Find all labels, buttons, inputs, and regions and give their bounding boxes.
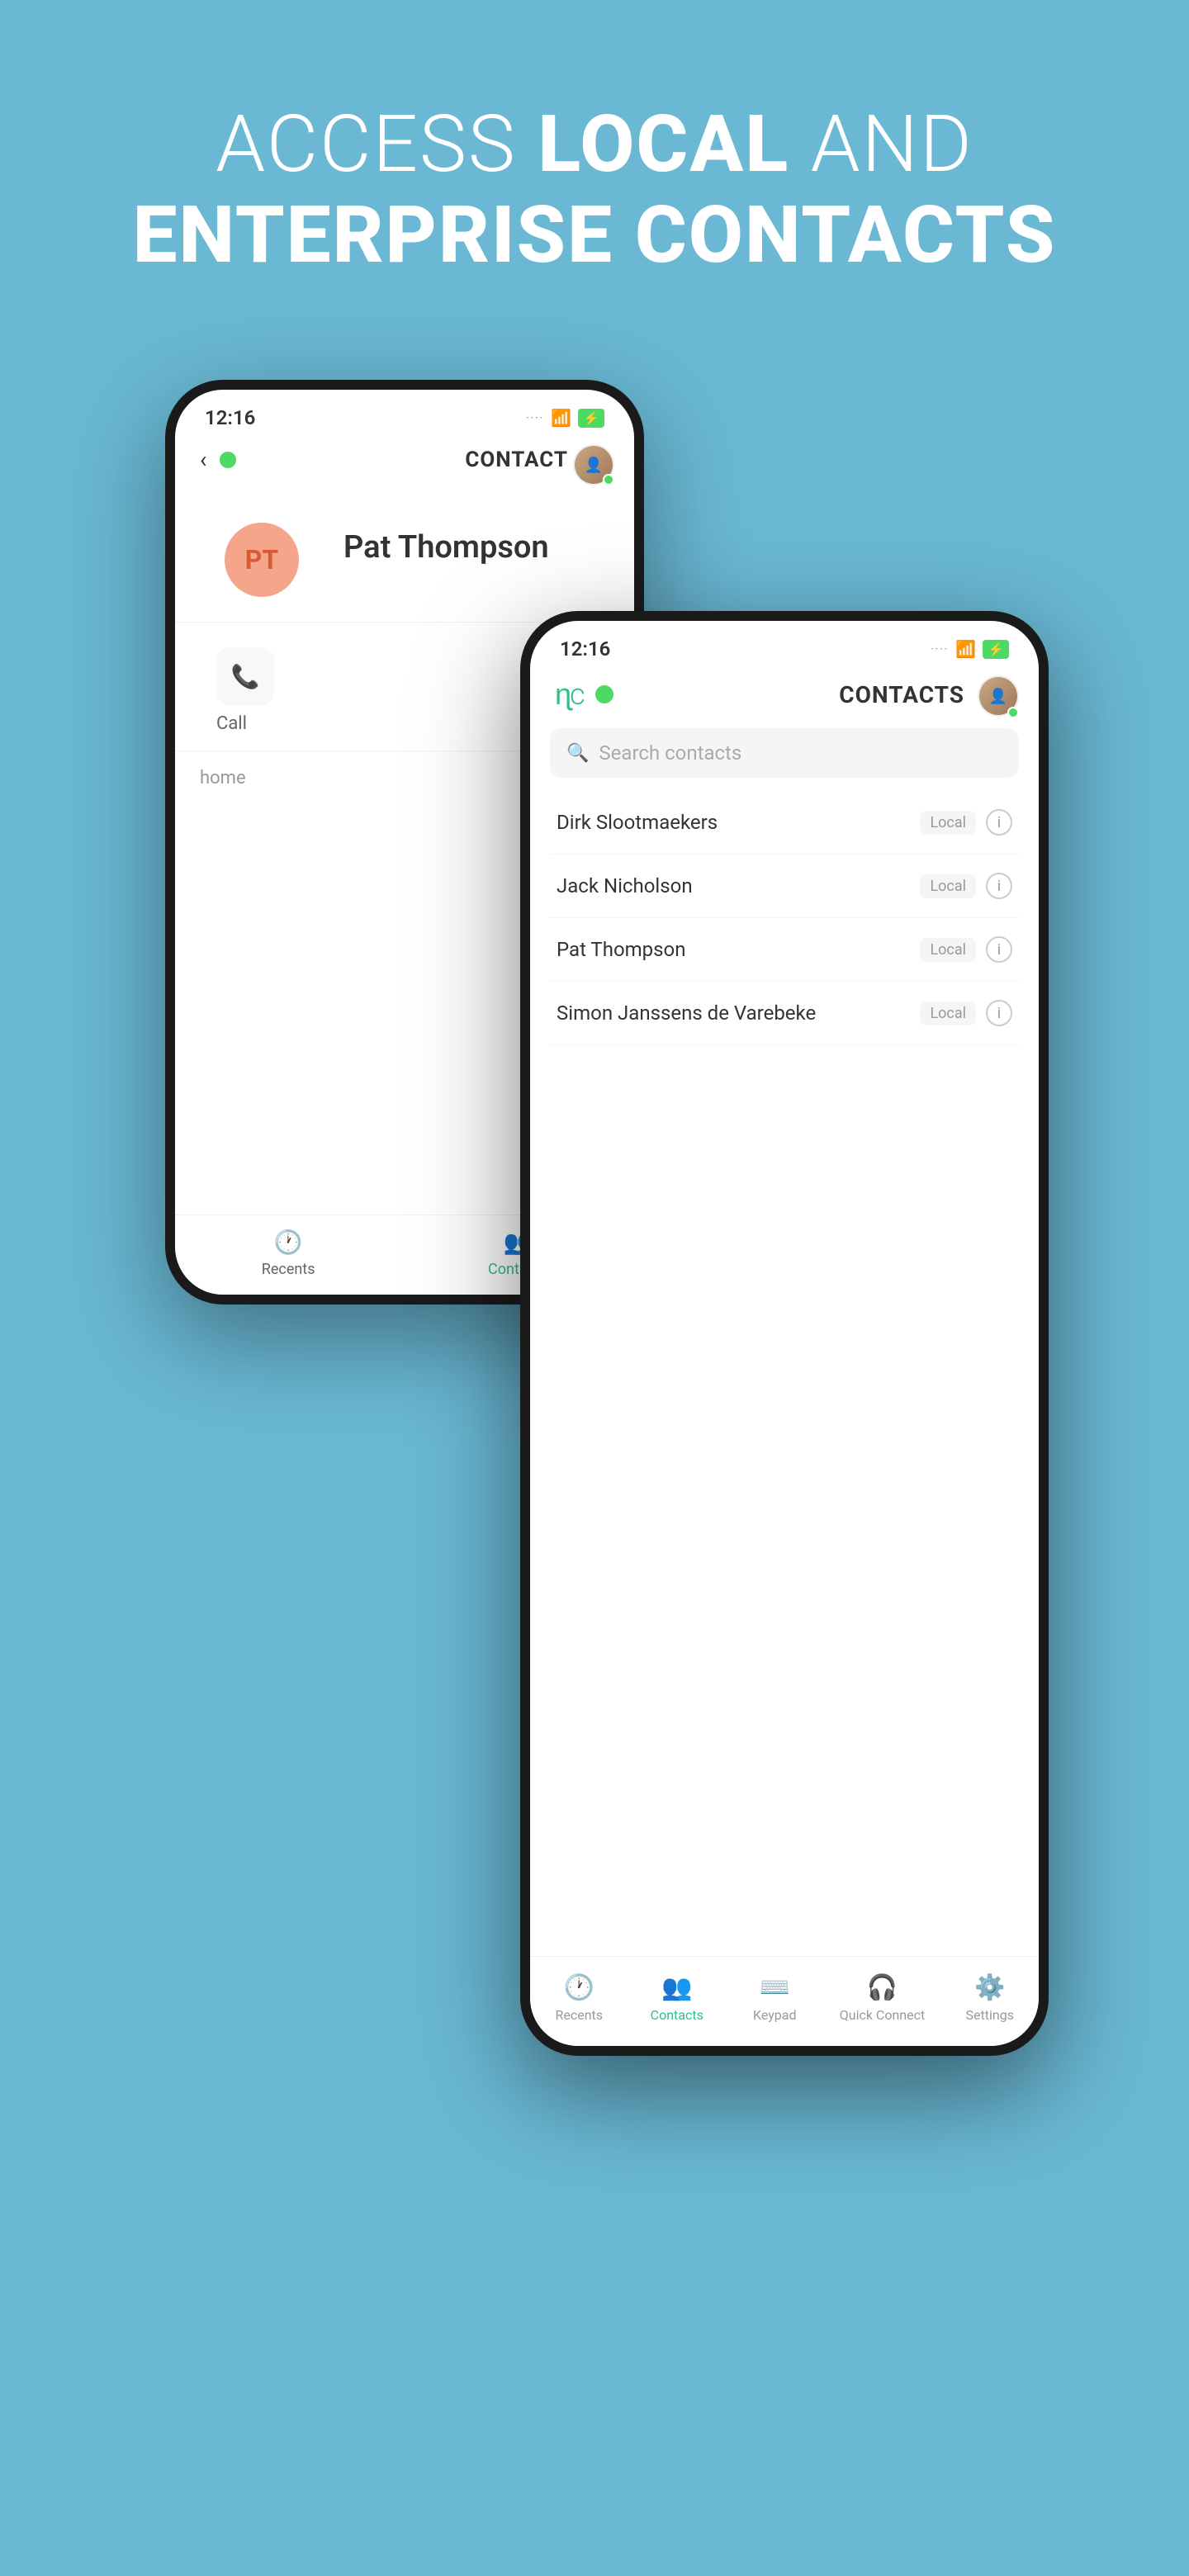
contact-row-3[interactable]: Simon Janssens de Varebeke Local i: [550, 982, 1019, 1045]
back-contact-name: Pat Thompson: [343, 529, 549, 566]
front-battery-icon: ⚡: [983, 640, 1009, 659]
search-placeholder-text: Search contacts: [599, 741, 741, 765]
contact-list: Dirk Slootmaekers Local i Jack Nicholson…: [530, 791, 1039, 1045]
front-status-icons: ···· 📶 ⚡: [931, 639, 1009, 659]
back-nav-recents[interactable]: 🕐 Recents: [262, 1229, 315, 1278]
front-recents-label: Recents: [555, 2007, 603, 2023]
header-line2-bold: ENTERPRISE CONTACTS: [133, 189, 1057, 282]
front-contacts-label: Contacts: [651, 2007, 703, 2023]
call-icon: 📞: [231, 663, 260, 690]
front-app-title: CONTACTS: [839, 681, 964, 708]
contact-info-btn-3[interactable]: i: [986, 1000, 1012, 1026]
contact-name-0: Dirk Slootmaekers: [557, 811, 920, 834]
back-contact-initials: PT: [245, 544, 278, 575]
contact-name-3: Simon Janssens de Varebeke: [557, 1002, 920, 1025]
back-presence-dot: [220, 452, 236, 468]
contact-badge-1: Local: [920, 874, 976, 898]
front-contacts-icon: 👥: [661, 1973, 692, 2002]
contact-info-btn-0[interactable]: i: [986, 809, 1012, 836]
front-bottom-nav: 🕐 Recents 👥 Contacts ⌨️ Keypad 🎧 Quick C…: [530, 1956, 1039, 2046]
back-avatar-status: [603, 474, 614, 485]
back-contact-card: PT Pat Thompson: [175, 481, 634, 613]
back-call-label: Call: [216, 713, 247, 734]
back-recents-icon: 🕐: [274, 1229, 303, 1256]
front-nav-contacts[interactable]: 👥 Contacts: [644, 1973, 710, 2023]
back-battery-icon: ⚡: [578, 409, 604, 428]
front-phone: 12:16 ···· 📶 ⚡ ɳc CONTACTS 👤 🔍: [520, 611, 1049, 2056]
contact-info-btn-2[interactable]: i: [986, 936, 1012, 963]
back-button[interactable]: ‹: [200, 446, 206, 473]
contact-row-2[interactable]: Pat Thompson Local i: [550, 918, 1019, 982]
search-icon: 🔍: [566, 743, 589, 764]
contact-info-btn-1[interactable]: i: [986, 873, 1012, 899]
front-dots-icon: ····: [931, 643, 949, 655]
front-wifi-icon: 📶: [955, 639, 976, 659]
front-settings-icon: ⚙️: [974, 1973, 1005, 2002]
contact-badge-2: Local: [920, 938, 976, 962]
front-quick-connect-icon: 🎧: [867, 1973, 898, 2002]
back-app-title: CONTACT: [465, 447, 568, 472]
front-keypad-icon: ⌨️: [760, 1973, 790, 2002]
front-nav-settings[interactable]: ⚙️ Settings: [957, 1973, 1023, 2023]
front-phone-inner: 12:16 ···· 📶 ⚡ ɳc CONTACTS 👤 🔍: [530, 621, 1039, 2046]
front-avatar-status: [1007, 707, 1019, 718]
back-dots-icon: ····: [526, 412, 544, 424]
front-nav-keypad[interactable]: ⌨️ Keypad: [741, 1973, 808, 2023]
search-bar[interactable]: 🔍 Search contacts: [550, 728, 1019, 778]
contact-row-0[interactable]: Dirk Slootmaekers Local i: [550, 791, 1019, 855]
back-time: 12:16: [205, 406, 255, 429]
back-status-icons: ···· 📶 ⚡: [526, 408, 604, 428]
back-recents-label: Recents: [262, 1261, 315, 1278]
front-time: 12:16: [560, 637, 610, 661]
contact-name-1: Jack Nicholson: [557, 874, 920, 897]
front-status-bar: 12:16 ···· 📶 ⚡: [530, 621, 1039, 669]
contact-badge-3: Local: [920, 1002, 976, 1025]
page-header: ACCESS LOCAL AND ENTERPRISE CONTACTS: [0, 0, 1189, 282]
back-contact-avatar: PT: [225, 523, 299, 597]
back-wifi-icon: 📶: [551, 408, 571, 428]
contact-badge-0: Local: [920, 811, 976, 835]
mc-logo: ɳc: [555, 677, 584, 712]
phones-container: 12:16 ···· 📶 ⚡ ‹ CONTACT 👤: [140, 380, 1049, 2444]
front-settings-label: Settings: [966, 2007, 1014, 2023]
header-line1-bold: LOCAL: [538, 98, 789, 191]
front-nav-quick-connect[interactable]: 🎧 Quick Connect: [840, 1973, 925, 2023]
header-line1-end: AND: [789, 98, 973, 191]
front-quick-connect-label: Quick Connect: [840, 2007, 925, 2023]
front-recents-icon: 🕐: [564, 1973, 594, 2002]
contact-row-1[interactable]: Jack Nicholson Local i: [550, 855, 1019, 918]
front-presence-dot: [595, 685, 613, 703]
back-home-text: home: [200, 768, 246, 788]
back-app-header: ‹ CONTACT 👤: [175, 438, 634, 481]
header-line1-normal: ACCESS: [216, 98, 538, 191]
back-status-bar: 12:16 ···· 📶 ⚡: [175, 390, 634, 438]
contact-name-2: Pat Thompson: [557, 938, 920, 961]
front-keypad-label: Keypad: [753, 2007, 797, 2023]
front-app-header: ɳc CONTACTS 👤: [530, 669, 1039, 720]
back-call-button[interactable]: 📞: [216, 647, 274, 705]
front-nav-recents[interactable]: 🕐 Recents: [546, 1973, 612, 2023]
